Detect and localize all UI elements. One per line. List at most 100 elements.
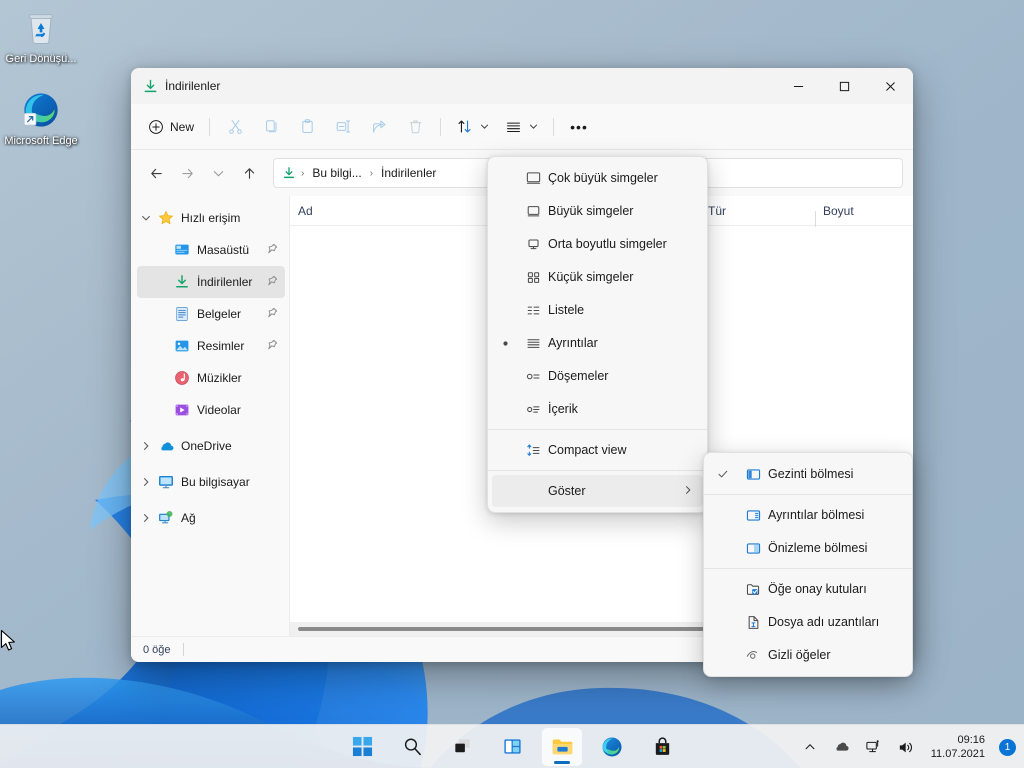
desktop-icon-microsoft-edge[interactable]: Microsoft Edge bbox=[2, 90, 80, 148]
menu-item-dosemeler[interactable]: Döşemeler bbox=[492, 360, 703, 392]
chevron-right-icon[interactable] bbox=[137, 477, 155, 487]
pin-icon[interactable] bbox=[266, 339, 278, 354]
submenu-item-label: Ayrıntılar bölmesi bbox=[768, 508, 908, 522]
menu-item-cok-buyuk-simgeler[interactable]: Çok büyük simgeler bbox=[492, 162, 703, 194]
sidebar-item-label: Videolar bbox=[197, 403, 241, 417]
share-button[interactable] bbox=[362, 111, 396, 143]
volume-icon[interactable] bbox=[895, 733, 917, 761]
minimize-button[interactable] bbox=[775, 68, 821, 104]
trash-icon bbox=[407, 118, 424, 135]
more-options-label: ••• bbox=[570, 119, 588, 135]
forward-button[interactable] bbox=[172, 158, 202, 188]
breadcrumb-item-0[interactable]: Bu bilgi... bbox=[309, 164, 364, 182]
taskbar-task-view-button[interactable] bbox=[442, 728, 482, 766]
chevron-right-icon[interactable] bbox=[137, 441, 155, 451]
submenu-item-gezinti-bolmesi[interactable]: Gezinti bölmesi bbox=[708, 458, 908, 490]
delete-button[interactable] bbox=[398, 111, 432, 143]
cut-button[interactable] bbox=[218, 111, 252, 143]
window-titlebar[interactable]: İndirilenler bbox=[131, 68, 913, 104]
back-button[interactable] bbox=[141, 158, 171, 188]
chevron-down-icon[interactable] bbox=[137, 213, 155, 223]
column-header-type[interactable]: Tür bbox=[700, 204, 815, 218]
chevron-down-icon bbox=[212, 167, 225, 180]
menu-item-compact-view[interactable]: Compact view bbox=[492, 434, 703, 466]
sidebar-item-hizli-erisim[interactable]: Hızlı erişim bbox=[137, 202, 285, 234]
pin-icon[interactable] bbox=[266, 275, 278, 290]
chevron-right-icon[interactable] bbox=[137, 513, 155, 523]
view-button[interactable] bbox=[498, 111, 545, 143]
taskbar-widgets-button[interactable] bbox=[492, 728, 532, 766]
menu-item-goster[interactable]: Göster bbox=[492, 475, 703, 507]
thispc-icon bbox=[155, 474, 177, 490]
submenu-item-ayrintilar-bolmesi[interactable]: Ayrıntılar bölmesi bbox=[708, 499, 908, 531]
forward-arrow-icon bbox=[180, 166, 195, 181]
sort-button[interactable] bbox=[449, 111, 496, 143]
taskbar-file-explorer-button[interactable] bbox=[542, 728, 582, 766]
sidebar-item-onedrive[interactable]: OneDrive bbox=[137, 430, 285, 462]
submenu-item-onizleme-bolmesi[interactable]: Önizleme bölmesi bbox=[708, 532, 908, 564]
cloud-icon[interactable] bbox=[831, 733, 853, 761]
sidebar-item-masaustu[interactable]: Masaüstü bbox=[137, 234, 285, 266]
menu-item-buyuk-simgeler[interactable]: Büyük simgeler bbox=[492, 195, 703, 227]
pin-icon[interactable] bbox=[266, 307, 278, 322]
sidebar-item-videolar[interactable]: Videolar bbox=[137, 394, 285, 426]
rename-button[interactable] bbox=[326, 111, 360, 143]
column-header-size[interactable]: Boyut bbox=[815, 204, 910, 218]
pin-icon[interactable] bbox=[266, 243, 278, 258]
paste-button[interactable] bbox=[290, 111, 324, 143]
chevron-right-icon bbox=[683, 485, 693, 498]
copy-button[interactable] bbox=[254, 111, 288, 143]
menu-divider bbox=[488, 429, 707, 430]
videos-icon bbox=[171, 402, 193, 418]
submenu-item-label: Önizleme bölmesi bbox=[768, 541, 908, 555]
network-icon bbox=[155, 510, 177, 526]
sidebar-item-resimler[interactable]: Resimler bbox=[137, 330, 285, 362]
show-submenu: Gezinti bölmesi Ayrıntılar bölmesi Önizl… bbox=[703, 452, 913, 677]
more-options-button[interactable]: ••• bbox=[562, 111, 596, 143]
menu-item-icerik[interactable]: İçerik bbox=[492, 393, 703, 425]
network-icon[interactable] bbox=[863, 733, 885, 761]
taskbar-start-button[interactable] bbox=[342, 728, 382, 766]
sidebar-item-muzikler[interactable]: Müzikler bbox=[137, 362, 285, 394]
new-button[interactable]: New bbox=[141, 111, 201, 143]
list-icon bbox=[518, 302, 548, 319]
menu-item-listele[interactable]: Listele bbox=[492, 294, 703, 326]
menu-item-label: İçerik bbox=[548, 402, 703, 416]
menu-item-orta-boyutlu-simgeler[interactable]: Orta boyutlu simgeler bbox=[492, 228, 703, 260]
music-icon bbox=[171, 370, 193, 386]
submenu-item-gizli-ogeler[interactable]: Gizli öğeler bbox=[708, 639, 908, 671]
taskbar-search-button[interactable] bbox=[392, 728, 432, 766]
sidebar-item-label: Bu bilgisayar bbox=[181, 475, 250, 489]
submenu-item-dosya-adi-uzantilari[interactable]: Dosya adı uzantıları bbox=[708, 606, 908, 638]
monitor-md-icon bbox=[518, 236, 548, 253]
submenu-item-oge-onay-kutulari[interactable]: Öğe onay kutuları bbox=[708, 573, 908, 605]
up-button[interactable] bbox=[234, 158, 264, 188]
download-arrow-icon bbox=[143, 79, 158, 94]
menu-item-ayrintilar[interactable]: Ayrıntılar bbox=[492, 327, 703, 359]
desktop-icon-recycle-bin[interactable]: Geri Dönüşü... bbox=[2, 8, 80, 66]
menu-item-label: Compact view bbox=[548, 443, 703, 457]
close-button[interactable] bbox=[867, 68, 913, 104]
menu-item-kucuk-simgeler[interactable]: Küçük simgeler bbox=[492, 261, 703, 293]
task-view-icon bbox=[452, 736, 473, 757]
rename-icon bbox=[335, 118, 352, 135]
sidebar-item-indirilenler[interactable]: İndirilenler bbox=[137, 266, 285, 298]
menu-item-label: Göster bbox=[548, 484, 703, 498]
taskbar-edge-button[interactable] bbox=[592, 728, 632, 766]
recent-locations-button[interactable] bbox=[203, 158, 233, 188]
sidebar-item-label: Müzikler bbox=[197, 371, 242, 385]
sidebar-item-label: OneDrive bbox=[181, 439, 232, 453]
notification-badge[interactable]: 1 bbox=[999, 739, 1016, 756]
sidebar-item-belgeler[interactable]: Belgeler bbox=[137, 298, 285, 330]
clock-date: 11.07.2021 bbox=[931, 747, 985, 761]
breadcrumb-item-1[interactable]: İndirilenler bbox=[378, 164, 439, 182]
menu-divider bbox=[488, 470, 707, 471]
sidebar-item-bu-bilgisayar[interactable]: Bu bilgisayar bbox=[137, 466, 285, 498]
tray-chevron-up-icon[interactable] bbox=[799, 733, 821, 761]
sidebar-item-ag[interactable]: Ağ bbox=[137, 502, 285, 534]
taskbar-store-button[interactable] bbox=[642, 728, 682, 766]
menu-item-label: Orta boyutlu simgeler bbox=[548, 237, 703, 251]
maximize-button[interactable] bbox=[821, 68, 867, 104]
maximize-icon bbox=[839, 81, 850, 92]
clock[interactable]: 09:16 11.07.2021 bbox=[927, 733, 989, 761]
